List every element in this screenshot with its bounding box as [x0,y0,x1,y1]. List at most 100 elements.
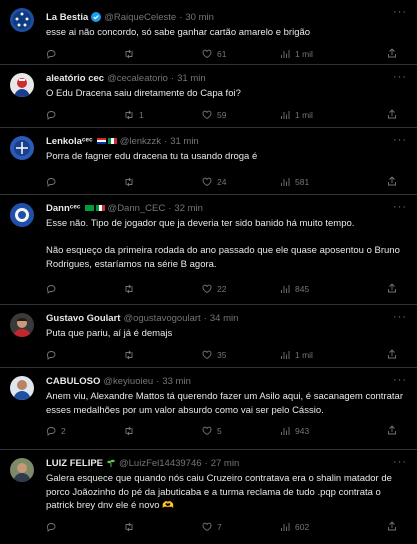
like-button[interactable]: 59 [202,110,280,120]
tweet[interactable]: aleatório cec @cecaleatorio · 31 min ···… [0,65,417,128]
tweet-header: La Bestia @RaiqueCeleste · 30 min [46,10,409,24]
handle[interactable]: @ogustavogoulart [123,313,200,324]
reply-button[interactable]: 2 [46,426,124,436]
more-options-icon[interactable]: ··· [393,311,407,323]
timestamp[interactable]: 30 min [185,12,214,23]
tweet-text: Porra de fagner edu dracena tu ta usando… [46,151,258,162]
views-button[interactable]: 581 [280,177,358,187]
handle[interactable]: @Dann_CEC [108,203,166,214]
retweet-button[interactable] [124,49,202,59]
avatar[interactable] [10,203,34,227]
verified-badge-icon [91,12,102,22]
display-name[interactable]: Lenkolaᶜᵉᶜ [46,136,93,147]
tweet[interactable]: Lenkolaᶜᵉᶜ @lenkzzk · 31 min ··· Porra d… [0,128,417,195]
handle[interactable]: @lenkzzk [120,136,161,147]
views-icon [281,49,290,58]
reply-button[interactable] [46,284,124,294]
like-button[interactable]: 24 [202,177,280,187]
more-options-icon[interactable]: ··· [393,456,407,468]
separator-dot: · [204,457,208,469]
more-options-icon[interactable]: ··· [393,134,407,146]
views-button[interactable]: 943 [280,426,358,436]
retweet-button[interactable] [124,426,202,436]
like-count: 24 [217,176,227,187]
reply-button[interactable] [46,49,124,59]
reply-button[interactable] [46,177,124,187]
reply-button[interactable] [46,110,124,120]
like-button[interactable]: 5 [202,426,280,436]
share-icon[interactable] [387,108,397,121]
timestamp[interactable]: 27 min [211,458,240,469]
avatar[interactable] [10,458,34,482]
separator-dot: · [156,375,160,387]
flag-italy-icon [107,138,117,144]
retweet-button[interactable] [124,284,202,294]
tweet[interactable]: Dannᶜᵉᶜ @Dann_CEC · 32 min ··· Esse não.… [0,195,417,305]
views-button[interactable]: 602 [280,522,358,532]
timestamp[interactable]: 33 min [162,376,191,387]
tweet[interactable]: La Bestia @RaiqueCeleste · 30 min ··· es… [0,0,417,65]
views-button[interactable]: 1 mil [280,49,358,59]
retweet-button[interactable]: 1 [124,110,202,120]
display-name[interactable]: LUIZ FELIPE [46,458,103,469]
avatar[interactable] [10,136,34,160]
display-name[interactable]: Dannᶜᵉᶜ [46,203,81,214]
retweet-button[interactable] [124,522,202,532]
views-icon [281,522,290,531]
avatar[interactable] [10,376,34,400]
views-icon [281,350,290,359]
tweet[interactable]: Gustavo Goulart @ogustavogoulart · 34 mi… [0,305,417,368]
display-name[interactable]: aleatório cec [46,73,104,84]
like-button[interactable]: 61 [202,49,280,59]
handle[interactable]: @RaiqueCeleste [104,12,176,23]
more-options-icon[interactable]: ··· [393,6,407,18]
reply-button[interactable] [46,350,124,360]
views-button[interactable]: 1 mil [280,110,358,120]
tweet[interactable]: LUIZ FELIPE @LuizFel14439746 · 27 min ··… [0,450,417,544]
reply-icon [46,177,56,187]
tweet-actions: 61 1 mil [46,45,409,63]
display-name[interactable]: La Bestia [46,12,88,23]
timestamp[interactable]: 32 min [174,203,203,214]
timestamp[interactable]: 31 min [170,136,199,147]
reply-icon [46,49,56,59]
avatar[interactable] [10,73,34,97]
views-button[interactable]: 1 mil [280,350,358,360]
like-button[interactable]: 7 [202,522,280,532]
tweet-actions: 7 602 [46,518,409,536]
avatar[interactable] [10,8,34,32]
more-options-icon[interactable]: ··· [393,71,407,83]
share-icon[interactable] [387,520,397,533]
heart-icon [202,49,212,58]
handle[interactable]: @LuizFel14439746 [119,458,202,469]
views-count: 845 [295,284,310,294]
avatar[interactable] [10,313,34,337]
like-count: 59 [217,109,227,120]
timestamp[interactable]: 34 min [210,313,239,324]
like-button[interactable]: 35 [202,350,280,360]
share-icon[interactable] [387,283,397,295]
separator-dot: · [168,202,172,214]
share-icon[interactable] [387,47,397,60]
share-icon[interactable] [387,425,397,437]
share-icon[interactable] [387,175,397,188]
views-button[interactable]: 845 [280,284,358,294]
more-options-icon[interactable]: ··· [393,201,407,213]
handle[interactable]: @cecaleatorio [107,73,168,84]
retweet-button[interactable] [124,350,202,360]
more-options-icon[interactable]: ··· [393,374,407,386]
retweet-icon [125,110,133,119]
reply-button[interactable] [46,522,124,532]
retweet-button[interactable] [124,177,202,187]
retweet-icon [125,284,133,294]
tweet-header: aleatório cec @cecaleatorio · 31 min [46,71,409,85]
tweet[interactable]: CABULOSO @keyiuoieu · 33 min ··· Anem vi… [0,368,417,450]
tweet-text: Galera esquece que quando nós caiu Cruze… [46,473,395,511]
handle[interactable]: @keyiuoieu [103,376,153,387]
display-name[interactable]: Gustavo Goulart [46,313,120,324]
share-icon[interactable] [387,348,397,361]
display-name[interactable]: CABULOSO [46,376,100,387]
like-button[interactable]: 22 [202,284,280,294]
timestamp[interactable]: 31 min [177,73,206,84]
retweet-icon [125,350,133,359]
